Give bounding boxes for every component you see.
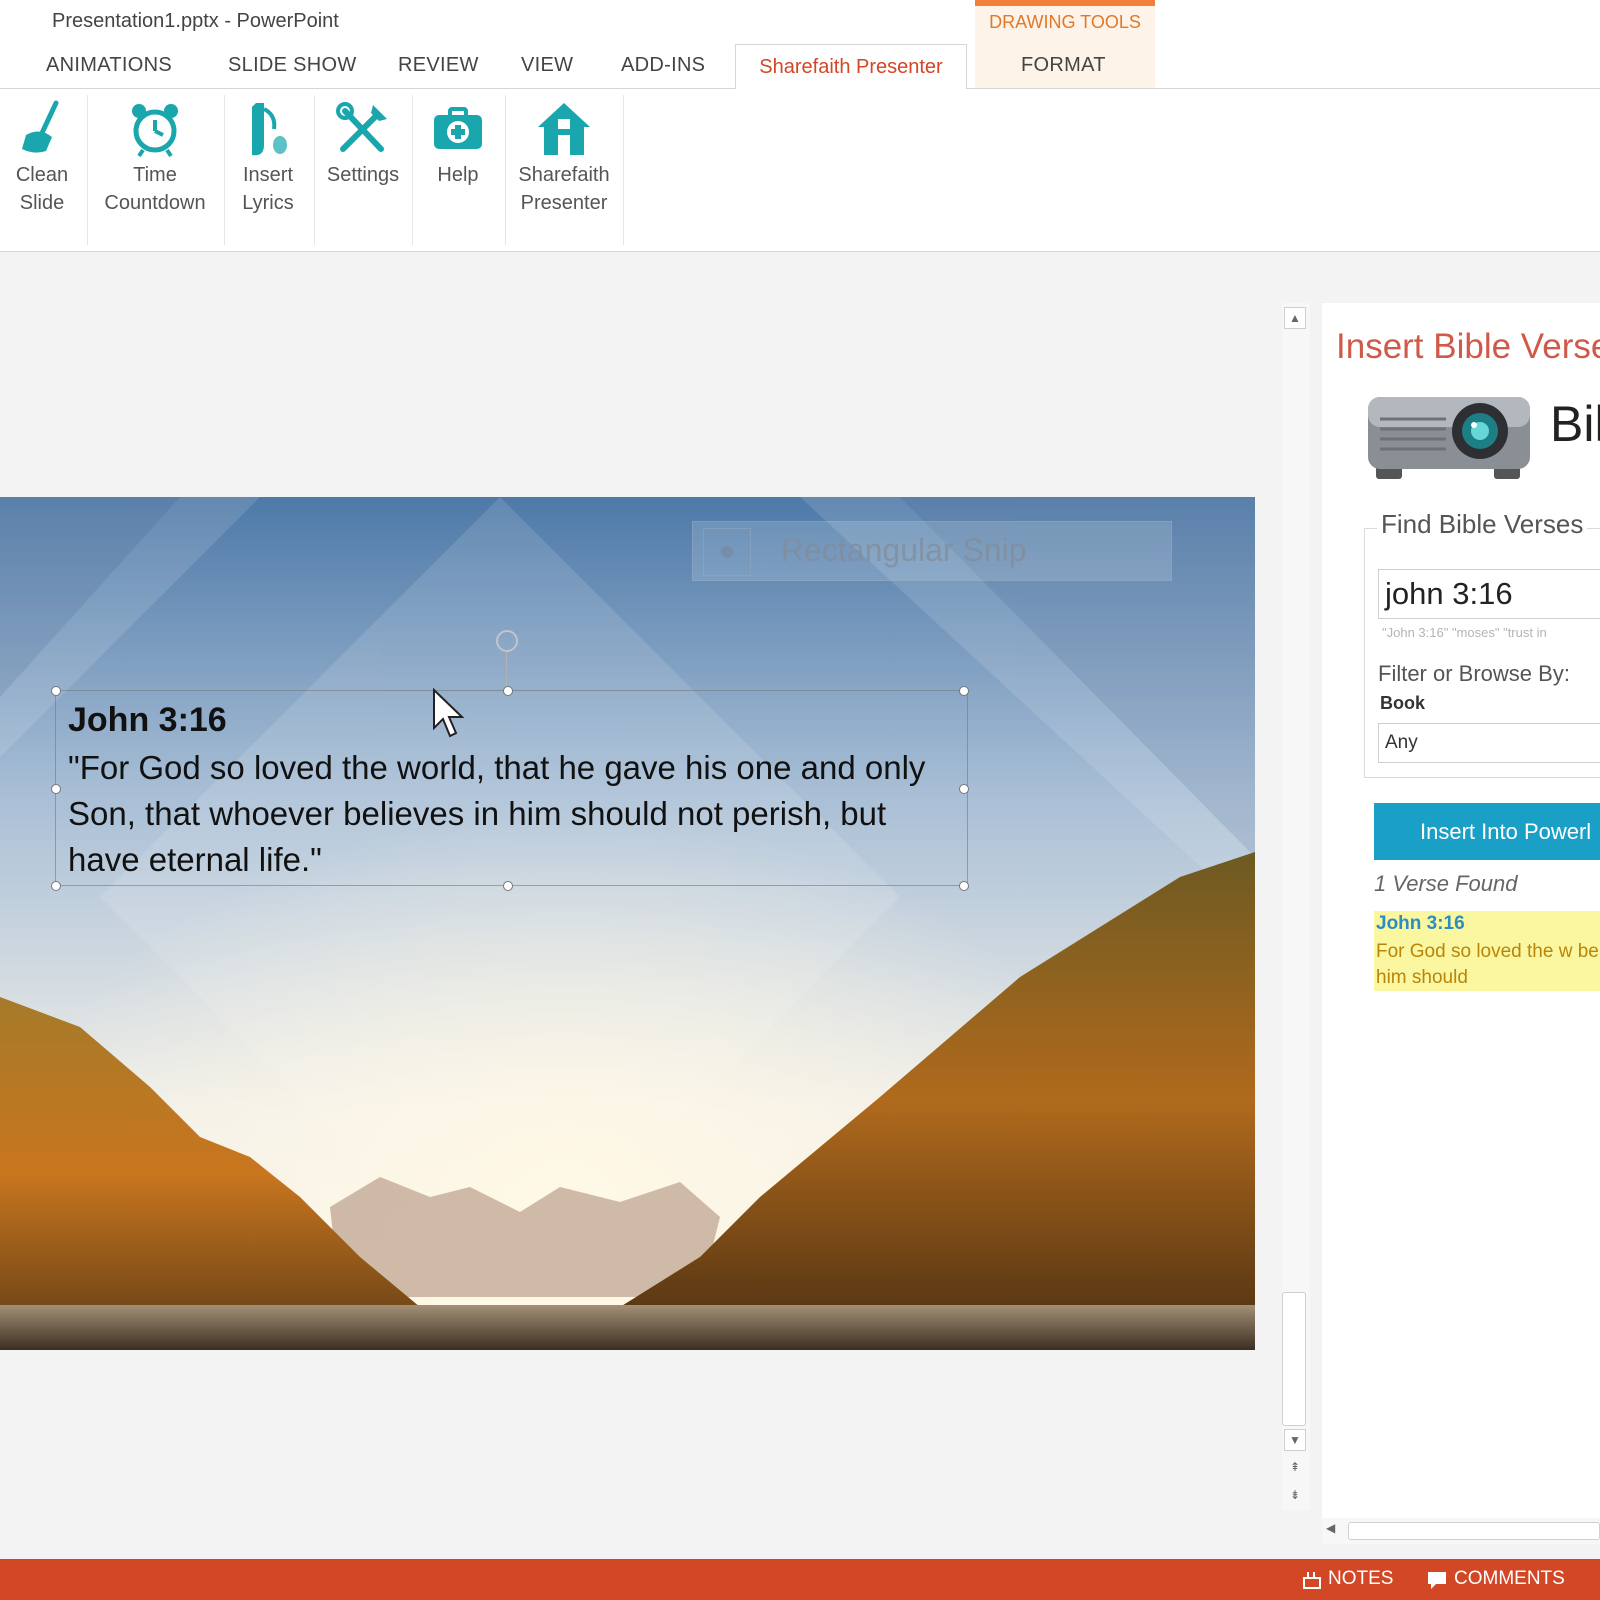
music-note-icon	[252, 103, 287, 156]
rotate-handle-stem	[506, 652, 507, 688]
next-slide-icon[interactable]: ⇟	[1284, 1485, 1306, 1507]
result-reference: John 3:16	[1376, 913, 1465, 934]
tab-view[interactable]: VIEW	[521, 54, 573, 77]
insert-lyrics-button[interactable]: Insert Lyrics	[226, 89, 310, 249]
alarm-clock-icon	[132, 104, 178, 158]
previous-slide-icon[interactable]: ⇞	[1284, 1457, 1306, 1479]
resize-handle-top[interactable]	[503, 686, 513, 696]
verse-search-input[interactable]: john 3:16	[1378, 569, 1600, 619]
result-preview-text: For God so loved the w believes in him s…	[1376, 941, 1600, 988]
resize-handle-left[interactable]	[51, 784, 61, 794]
ribbon-separator	[314, 95, 315, 245]
time-countdown-button[interactable]: Time Countdown	[90, 89, 220, 249]
home-icon	[538, 103, 590, 155]
tab-sharefaith-presenter[interactable]: Sharefaith Presenter	[735, 44, 967, 89]
pane-horizontal-scrollbar[interactable]: ◀	[1322, 1518, 1600, 1544]
broom-icon	[22, 100, 59, 153]
first-aid-kit-icon	[434, 107, 482, 149]
pane-logo-text: Bil	[1550, 396, 1600, 452]
resize-handle-bottom-right[interactable]	[959, 881, 969, 891]
notes-button[interactable]: NOTES	[1328, 1568, 1393, 1590]
settings-label: Settings	[326, 164, 400, 186]
vertical-scroll-thumb[interactable]	[1282, 1292, 1306, 1426]
tab-format[interactable]: FORMAT	[1021, 54, 1106, 77]
filter-browse-label: Filter or Browse By:	[1378, 661, 1570, 686]
verse-found-count: 1 Verse Found	[1374, 871, 1518, 896]
scroll-left-icon[interactable]: ◀	[1326, 1521, 1335, 1535]
window-title: Presentation1.pptx - PowerPoint	[52, 10, 339, 32]
resize-handle-bottom-left[interactable]	[51, 881, 61, 891]
resize-handle-right[interactable]	[959, 784, 969, 794]
resize-handle-top-left[interactable]	[51, 686, 61, 696]
rectangular-snip-overlay: Rectangular Snip	[692, 521, 1172, 581]
tools-icon	[336, 102, 387, 152]
drawing-tools-label: DRAWING TOOLS	[989, 12, 1141, 32]
notes-icon	[1303, 1572, 1321, 1589]
tab-review[interactable]: REVIEW	[398, 54, 479, 77]
clean-slide-button[interactable]: Clean Slide	[0, 89, 84, 249]
mouse-pointer-icon	[433, 688, 465, 738]
ribbon-separator	[87, 95, 88, 245]
ribbon: Clean Slide Time Countdown Insert Lyrics	[0, 89, 1600, 252]
drawing-tools-accent-bar	[975, 0, 1155, 6]
projector-icon	[1368, 397, 1530, 479]
tab-sharefaith-presenter-label: Sharefaith Presenter	[759, 56, 943, 78]
scroll-down-icon[interactable]: ▼	[1284, 1429, 1306, 1451]
ribbon-separator	[412, 95, 413, 245]
rectangular-snip-label: Rectangular Snip	[781, 532, 1027, 568]
insert-into-powerpoint-button[interactable]: Insert Into Powerl	[1374, 803, 1600, 860]
rotate-handle[interactable]	[496, 630, 518, 652]
slide-canvas[interactable]: Rectangular Snip John 3:16 "For God so l…	[0, 497, 1255, 1350]
search-hint-text: "John 3:16" "moses" "trust in	[1382, 625, 1547, 640]
slide-background-image	[0, 497, 1255, 1350]
verse-reference: John 3:16	[68, 701, 227, 739]
scroll-up-icon[interactable]: ▲	[1284, 307, 1306, 329]
pane-title: Insert Bible Verse	[1336, 327, 1600, 366]
verse-body-text: "For God so loved the world, that he gav…	[68, 749, 926, 878]
sharefaith-presenter-button[interactable]: Sharefaith Presenter	[508, 89, 620, 249]
resize-handle-bottom[interactable]	[503, 881, 513, 891]
tab-add-ins[interactable]: ADD-INS	[621, 54, 705, 77]
book-label: Book	[1380, 693, 1425, 713]
snip-record-icon	[703, 528, 751, 576]
comments-button[interactable]: COMMENTS	[1454, 1568, 1565, 1590]
insert-lyrics-label: Insert Lyrics	[242, 164, 294, 214]
ribbon-separator	[505, 95, 506, 245]
time-countdown-label: Time Countdown	[104, 164, 206, 214]
comments-icon	[1428, 1572, 1446, 1589]
help-button[interactable]: Help	[414, 89, 502, 249]
sharefaith-task-pane: Insert Bible Verse Bil Find Bible Verses…	[1322, 303, 1600, 1529]
resize-handle-top-right[interactable]	[959, 686, 969, 696]
settings-button[interactable]: Settings	[318, 89, 408, 249]
book-select[interactable]: Any	[1378, 723, 1600, 763]
tab-animations[interactable]: ANIMATIONS	[46, 54, 172, 77]
help-label: Help	[437, 164, 479, 186]
verse-result-item[interactable]: John 3:16 For God so loved the w believe…	[1374, 911, 1600, 991]
title-and-tab-bar: Presentation1.pptx - PowerPoint DRAWING …	[0, 0, 1600, 89]
pane-horizontal-scroll-thumb[interactable]	[1348, 1522, 1600, 1540]
verse-text-box[interactable]: John 3:16 "For God so loved the world, t…	[51, 686, 969, 891]
ribbon-separator	[623, 95, 624, 245]
find-verses-label: Find Bible Verses	[1377, 509, 1588, 540]
clean-slide-label: Clean Slide	[15, 164, 69, 214]
tab-slide-show[interactable]: SLIDE SHOW	[228, 54, 357, 77]
ribbon-separator	[224, 95, 225, 245]
status-bar: NOTES COMMENTS	[0, 1559, 1600, 1600]
sharefaith-presenter-label: Sharefaith Presenter	[518, 164, 610, 214]
